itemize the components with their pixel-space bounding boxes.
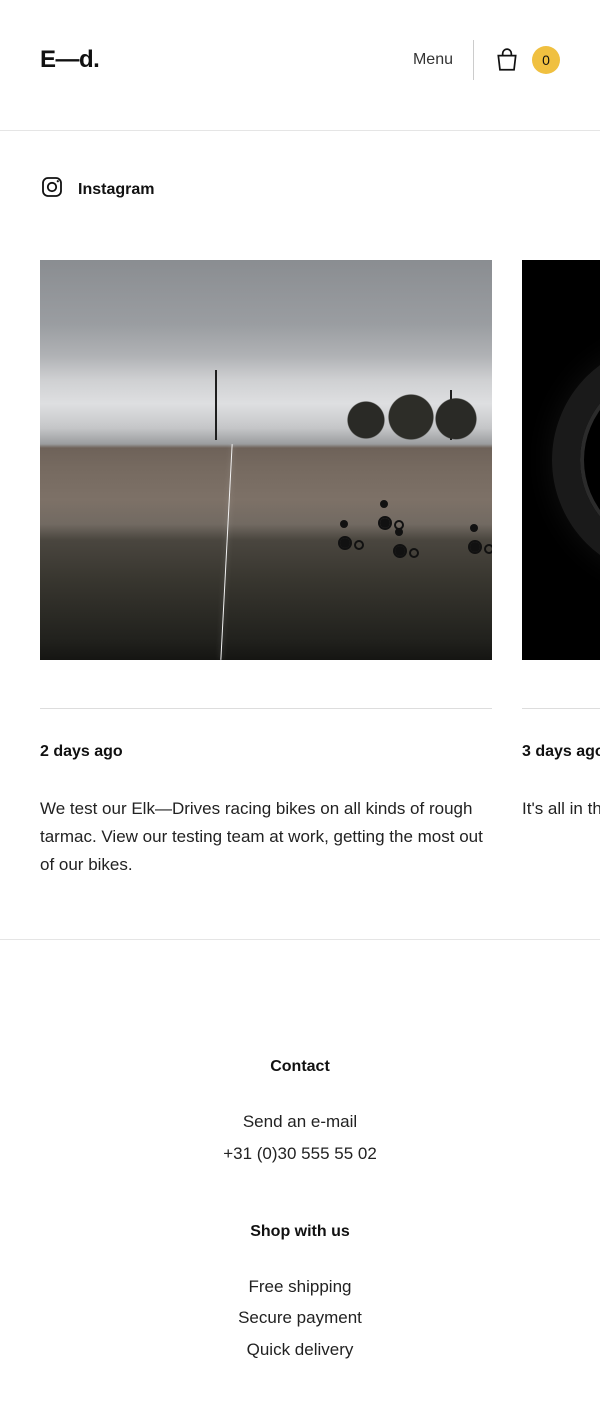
instagram-section: Instagram 2 days ago We test our Elk—Dri…	[0, 131, 600, 939]
instagram-post[interactable]: 3 days ago It's all in the details. Chec…	[522, 260, 600, 879]
logo[interactable]: E—d.	[40, 46, 99, 74]
post-timestamp: 3 days ago	[522, 743, 600, 761]
instagram-post[interactable]: 2 days ago We test our Elk—Drives racing…	[40, 260, 492, 879]
cart-count-badge: 0	[532, 46, 560, 74]
post-divider	[522, 708, 600, 709]
instagram-posts: 2 days ago We test our Elk—Drives racing…	[40, 260, 600, 879]
post-divider	[40, 708, 492, 709]
footer-shop-link[interactable]: Free shipping	[40, 1271, 560, 1302]
bag-icon	[494, 47, 520, 73]
cart-button[interactable]: 0	[494, 46, 560, 74]
footer-shop: Shop with us Free shipping Secure paymen…	[40, 1223, 560, 1365]
site-footer: Contact Send an e-mail +31 (0)30 555 55 …	[0, 939, 600, 1365]
instagram-heading[interactable]: Instagram	[40, 175, 600, 204]
instagram-icon	[40, 175, 64, 204]
footer-shop-link[interactable]: Quick delivery	[40, 1334, 560, 1365]
header-actions: Menu 0	[413, 40, 560, 80]
footer-shop-link[interactable]: Secure payment	[40, 1302, 560, 1333]
footer-contact-heading: Contact	[40, 1058, 560, 1076]
footer-contact: Contact Send an e-mail +31 (0)30 555 55 …	[40, 1058, 560, 1169]
post-image	[522, 260, 600, 660]
site-header: E—d. Menu 0	[0, 0, 600, 131]
post-image	[40, 260, 492, 660]
post-caption: It's all in the details. Check out our l…	[522, 795, 600, 823]
header-divider	[473, 40, 474, 80]
footer-phone-link[interactable]: +31 (0)30 555 55 02	[40, 1138, 560, 1169]
post-caption: We test our Elk—Drives racing bikes on a…	[40, 795, 492, 879]
footer-email-link[interactable]: Send an e-mail	[40, 1106, 560, 1137]
post-timestamp: 2 days ago	[40, 743, 492, 761]
footer-shop-heading: Shop with us	[40, 1223, 560, 1241]
menu-button[interactable]: Menu	[413, 51, 453, 69]
instagram-heading-label: Instagram	[78, 181, 154, 199]
